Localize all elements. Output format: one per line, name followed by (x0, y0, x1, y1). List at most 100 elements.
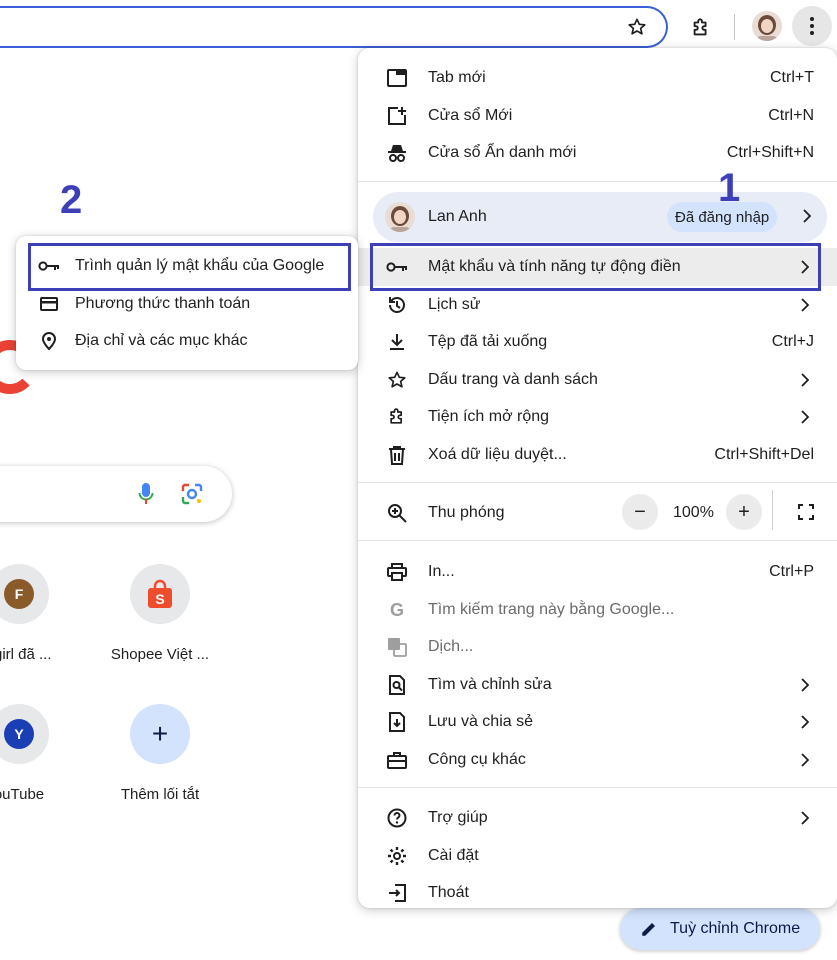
menu-label: Thu phóng (428, 504, 505, 521)
menu-label: Lưu và chia sẻ (428, 713, 533, 730)
menu-divider (358, 482, 837, 483)
menu-item-find-edit[interactable]: Tìm và chỉnh sửa (358, 666, 837, 704)
browser-window: F l girl đã ... S Shopee Việt ... Y ouTu… (0, 0, 837, 960)
menu-item-history[interactable]: Lịch sử (358, 286, 837, 324)
menu-item-new-tab[interactable]: Tab mới Ctrl+T (358, 59, 837, 97)
menu-item-zoom: Thu phóng (358, 494, 837, 532)
history-icon (386, 294, 408, 316)
annotation-number-2: 2 (60, 178, 83, 222)
menu-item-search-with-google[interactable]: G Tìm kiếm trang này bằng Google... (358, 591, 837, 629)
chevron-right-icon (801, 297, 811, 313)
pencil-icon (640, 920, 658, 938)
exit-icon (386, 882, 408, 904)
annotation-highlight-2 (28, 243, 351, 291)
menu-item-print[interactable]: In... Ctrl+P (358, 553, 837, 591)
credit-card-icon (38, 293, 60, 315)
customize-chrome-button[interactable]: Tuỳ chỉnh Chrome (620, 908, 820, 950)
ntp-search-box[interactable] (0, 466, 232, 522)
shortcut-tile[interactable]: Y ouTube (0, 704, 74, 803)
chevron-right-icon (801, 677, 811, 693)
menu-label: Tab mới (428, 69, 486, 86)
extensions-icon (386, 406, 408, 428)
menu-item-bookmarks[interactable]: Dấu trang và danh sách (358, 361, 837, 399)
chrome-main-menu: Tab mới Ctrl+T Cửa sổ Mới Ctrl+N Cửa sổ … (358, 48, 837, 908)
zoom-level: 100% (673, 504, 714, 521)
address-bar[interactable] (0, 6, 668, 48)
menu-item-exit[interactable]: Thoát (358, 874, 837, 912)
menu-item-new-window[interactable]: Cửa sổ Mới Ctrl+N (358, 97, 837, 135)
menu-item-translate[interactable]: Dịch... (358, 628, 837, 666)
menu-label: Trợ giúp (428, 809, 488, 826)
shortcut-label: Shopee Việt ... (110, 646, 210, 663)
shortcut-text: Ctrl+N (768, 107, 814, 124)
extensions-icon[interactable] (685, 12, 717, 44)
submenu-item-payment-methods[interactable]: Phương thức thanh toán (16, 286, 358, 322)
menu-item-clear-browsing-data[interactable]: Xoá dữ liệu duyệt... Ctrl+Shift+Del (358, 436, 837, 474)
fullscreen-icon (798, 504, 814, 520)
chevron-right-icon (801, 752, 811, 768)
toolbar-divider (734, 14, 735, 40)
shortcut-text: Ctrl+Shift+N (726, 144, 814, 161)
add-symbol: + (151, 718, 169, 749)
shortcut-tile[interactable]: S Shopee Việt ... (105, 564, 215, 663)
shopee-icon: S (130, 564, 190, 624)
toolbox-icon (386, 749, 408, 771)
menu-item-extensions[interactable]: Tiện ích mở rộng (358, 398, 837, 436)
shortcut-tile[interactable]: F l girl đã ... (0, 564, 74, 663)
menu-item-help[interactable]: Trợ giúp (358, 799, 837, 837)
google-g-icon: G (389, 599, 404, 620)
chevron-right-icon (801, 810, 811, 826)
menu-label: Dịch... (428, 638, 474, 655)
chevron-right-icon (801, 372, 811, 388)
submenu-item-addresses[interactable]: Địa chỉ và các mục khác (16, 323, 358, 359)
menu-item-incognito[interactable]: Cửa sổ Ẩn danh mới Ctrl+Shift+N (358, 134, 837, 172)
menu-label: Cài đặt (428, 847, 479, 864)
menu-label: Công cụ khác (428, 751, 526, 768)
translate-icon (386, 636, 408, 658)
menu-item-more-tools[interactable]: Công cụ khác (358, 741, 837, 779)
chevron-right-icon (803, 209, 812, 228)
add-shortcut-tile[interactable]: + Thêm lối tắt (105, 704, 215, 803)
bookmark-star-icon[interactable] (622, 12, 652, 42)
annotation-highlight-1 (370, 243, 821, 291)
menu-label: Lịch sử (428, 296, 481, 313)
zoom-divider (772, 490, 773, 530)
favicon-letter: F (4, 579, 34, 609)
menu-item-save-share[interactable]: Lưu và chia sẻ (358, 703, 837, 741)
chrome-menu-button[interactable] (792, 6, 832, 46)
shortcut-label: l girl đã ... (0, 646, 52, 663)
save-page-icon (386, 711, 408, 733)
add-icon: + (130, 704, 190, 764)
menu-label: Cửa sổ Mới (428, 107, 513, 124)
zoom-in-button[interactable]: + (726, 494, 762, 530)
new-tab-icon (386, 67, 408, 89)
profile-row[interactable]: Lan Anh Đã đăng nhập (373, 192, 827, 242)
shortcut-text: Ctrl+Shift+Del (714, 446, 814, 463)
menu-label: Tệp đã tải xuống (428, 333, 548, 350)
submenu-label: Địa chỉ và các mục khác (75, 332, 248, 349)
menu-label: Dấu trang và danh sách (428, 371, 598, 388)
menu-label: Thoát (428, 884, 469, 901)
voice-search-icon[interactable] (134, 482, 158, 506)
star-icon (386, 369, 408, 391)
menu-label: Tìm kiếm trang này bằng Google... (428, 601, 675, 618)
menu-divider (358, 540, 837, 541)
menu-item-settings[interactable]: Cài đặt (358, 837, 837, 875)
printer-icon (386, 561, 408, 583)
menu-label: In... (428, 563, 455, 580)
location-pin-icon (38, 330, 60, 352)
incognito-icon (386, 142, 408, 164)
chevron-right-icon (801, 409, 811, 425)
fullscreen-button[interactable] (788, 494, 824, 530)
shortcut-text: Ctrl+T (770, 69, 814, 86)
shortcut-icon: F (0, 564, 49, 624)
zoom-out-button[interactable]: − (622, 494, 658, 530)
menu-item-downloads[interactable]: Tệp đã tải xuống Ctrl+J (358, 323, 837, 361)
menu-label: Tiện ích mở rộng (428, 408, 550, 425)
profile-avatar[interactable] (752, 11, 782, 41)
menu-divider (358, 787, 837, 788)
chevron-right-icon (801, 714, 811, 730)
google-lens-icon[interactable] (180, 482, 204, 506)
trash-icon (386, 444, 408, 466)
zoom-icon (386, 502, 408, 524)
